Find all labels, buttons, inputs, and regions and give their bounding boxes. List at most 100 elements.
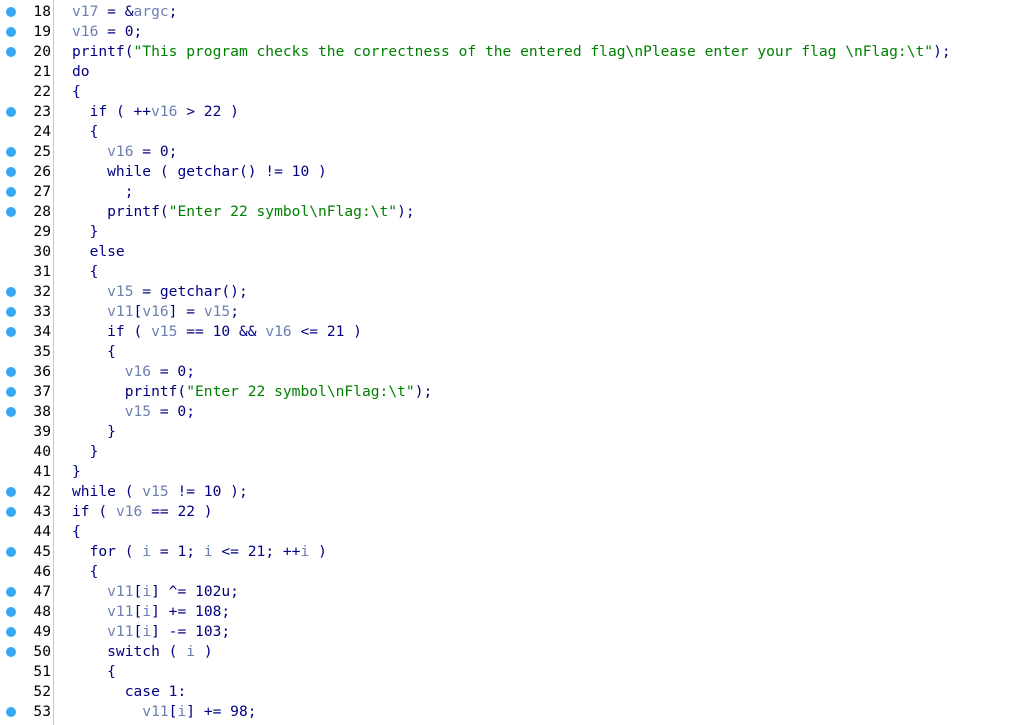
breakpoint-dot-icon[interactable] [6, 487, 16, 497]
breakpoint-dot-icon[interactable] [6, 107, 16, 117]
code-token: while [72, 163, 152, 180]
code-line[interactable]: 45 for ( i = 1; i <= 21; ++i ) [0, 542, 1023, 562]
code-token: printf( [72, 203, 169, 220]
breakpoint-dot-icon[interactable] [6, 587, 16, 597]
line-number: 25 [33, 143, 51, 160]
code-line[interactable]: 40 } [0, 442, 1023, 462]
line-number: 49 [33, 623, 51, 640]
code-line[interactable]: 34 if ( v15 == 10 && v16 <= 21 ) [0, 322, 1023, 342]
code-text: } [72, 422, 116, 442]
code-line[interactable]: 31 { [0, 262, 1023, 282]
code-line[interactable]: 37 printf("Enter 22 symbol\nFlag:\t"); [0, 382, 1023, 402]
code-line[interactable]: 41} [0, 462, 1023, 482]
line-number: 41 [33, 463, 51, 480]
code-token: { [72, 563, 99, 580]
code-token: ( [115, 483, 143, 500]
code-token: v11 [72, 583, 134, 600]
code-token: ( ++ [107, 103, 152, 120]
breakpoint-dot-icon[interactable] [6, 627, 16, 637]
code-line[interactable]: 52 case 1: [0, 682, 1023, 702]
code-text: printf("Enter 22 symbol\nFlag:\t"); [72, 382, 433, 402]
code-token: { [72, 523, 81, 540]
breakpoint-dot-icon[interactable] [6, 547, 16, 557]
code-token: v11 [72, 623, 134, 640]
code-text: { [72, 662, 116, 682]
code-token: [ [133, 583, 143, 600]
code-line[interactable]: 39 } [0, 422, 1023, 442]
code-token: } [72, 223, 99, 240]
code-text: v11[i] += 108; [72, 602, 230, 622]
code-line[interactable]: 35 { [0, 342, 1023, 362]
code-text: for ( i = 1; i <= 21; ++i ) [72, 542, 327, 562]
code-token: ] += 98; [186, 703, 257, 720]
code-line[interactable]: 33 v11[v16] = v15; [0, 302, 1023, 322]
code-line[interactable]: 30 else [0, 242, 1023, 262]
code-line[interactable]: 36 v16 = 0; [0, 362, 1023, 382]
code-line[interactable]: 48 v11[i] += 108; [0, 602, 1023, 622]
code-line[interactable]: 32 v15 = getchar(); [0, 282, 1023, 302]
breakpoint-dot-icon[interactable] [6, 707, 16, 717]
breakpoint-dot-icon[interactable] [6, 327, 16, 337]
code-line[interactable]: 25 v16 = 0; [0, 142, 1023, 162]
breakpoint-dot-icon[interactable] [6, 407, 16, 417]
code-line[interactable]: 29 } [0, 222, 1023, 242]
breakpoint-dot-icon[interactable] [6, 387, 16, 397]
line-number: 35 [33, 343, 51, 360]
code-line[interactable]: 23 if ( ++v16 > 22 ) [0, 102, 1023, 122]
breakpoint-dot-icon[interactable] [6, 207, 16, 217]
code-line[interactable]: 44 { [0, 522, 1023, 542]
code-token: = 0; [151, 403, 196, 420]
code-line[interactable]: 24 { [0, 122, 1023, 142]
code-line[interactable]: 46 { [0, 562, 1023, 582]
code-line[interactable]: 26 while ( getchar() != 10 ) [0, 162, 1023, 182]
code-line[interactable]: 42 while ( v15 != 10 ); [0, 482, 1023, 502]
line-number: 38 [33, 403, 51, 420]
code-line[interactable]: 27 ; [0, 182, 1023, 202]
line-number: 28 [33, 203, 51, 220]
code-token: i [300, 543, 310, 560]
line-number: 27 [33, 183, 51, 200]
code-line[interactable]: 38 v15 = 0; [0, 402, 1023, 422]
code-token: } [72, 443, 99, 460]
code-line[interactable]: 20 printf("This program checks the correc… [0, 42, 1023, 62]
pseudocode-editor[interactable]: 18 v17 = &argc; 19 v16 = 0; 20 printf("This p… [0, 0, 1023, 725]
code-token: v16 [265, 323, 292, 340]
code-line[interactable]: 53 v11[i] += 98; [0, 702, 1023, 722]
code-token: = 1; [151, 543, 204, 560]
code-line[interactable]: 47 v11[i] ^= 102u; [0, 582, 1023, 602]
code-text: { [72, 562, 99, 582]
code-token: ) [309, 543, 327, 560]
code-line[interactable]: 19 v16 = 0; [0, 22, 1023, 42]
code-token: ( [151, 163, 178, 180]
breakpoint-dot-icon[interactable] [6, 7, 16, 17]
breakpoint-dot-icon[interactable] [6, 647, 16, 657]
line-number: 50 [33, 643, 51, 660]
code-line[interactable]: 22 { [0, 82, 1023, 102]
code-line[interactable]: 51 { [0, 662, 1023, 682]
code-line[interactable]: 50 switch ( i ) [0, 642, 1023, 662]
code-token: ; [230, 303, 239, 320]
breakpoint-dot-icon[interactable] [6, 27, 16, 37]
breakpoint-dot-icon[interactable] [6, 367, 16, 377]
code-token: v16 [115, 503, 143, 520]
code-token: getchar [159, 283, 222, 300]
code-line[interactable]: 28 printf("Enter 22 symbol\nFlag:\t"); [0, 202, 1023, 222]
breakpoint-dot-icon[interactable] [6, 47, 16, 57]
line-number: 40 [33, 443, 51, 460]
code-token: [ [133, 303, 143, 320]
line-number: 20 [33, 43, 51, 60]
code-line[interactable]: 18 v17 = &argc; [0, 2, 1023, 22]
breakpoint-dot-icon[interactable] [6, 187, 16, 197]
code-line[interactable]: 21 do [0, 62, 1023, 82]
code-token: i [142, 583, 152, 600]
breakpoint-dot-icon[interactable] [6, 507, 16, 517]
code-line[interactable]: 49 v11[i] -= 103; [0, 622, 1023, 642]
breakpoint-dot-icon[interactable] [6, 167, 16, 177]
breakpoint-dot-icon[interactable] [6, 147, 16, 157]
code-token: ] ^= 102u; [151, 583, 239, 600]
breakpoint-dot-icon[interactable] [6, 307, 16, 317]
breakpoint-dot-icon[interactable] [6, 287, 16, 297]
code-line[interactable]: 43 if ( v16 == 22 ) [0, 502, 1023, 522]
breakpoint-dot-icon[interactable] [6, 607, 16, 617]
code-token: i [142, 623, 152, 640]
